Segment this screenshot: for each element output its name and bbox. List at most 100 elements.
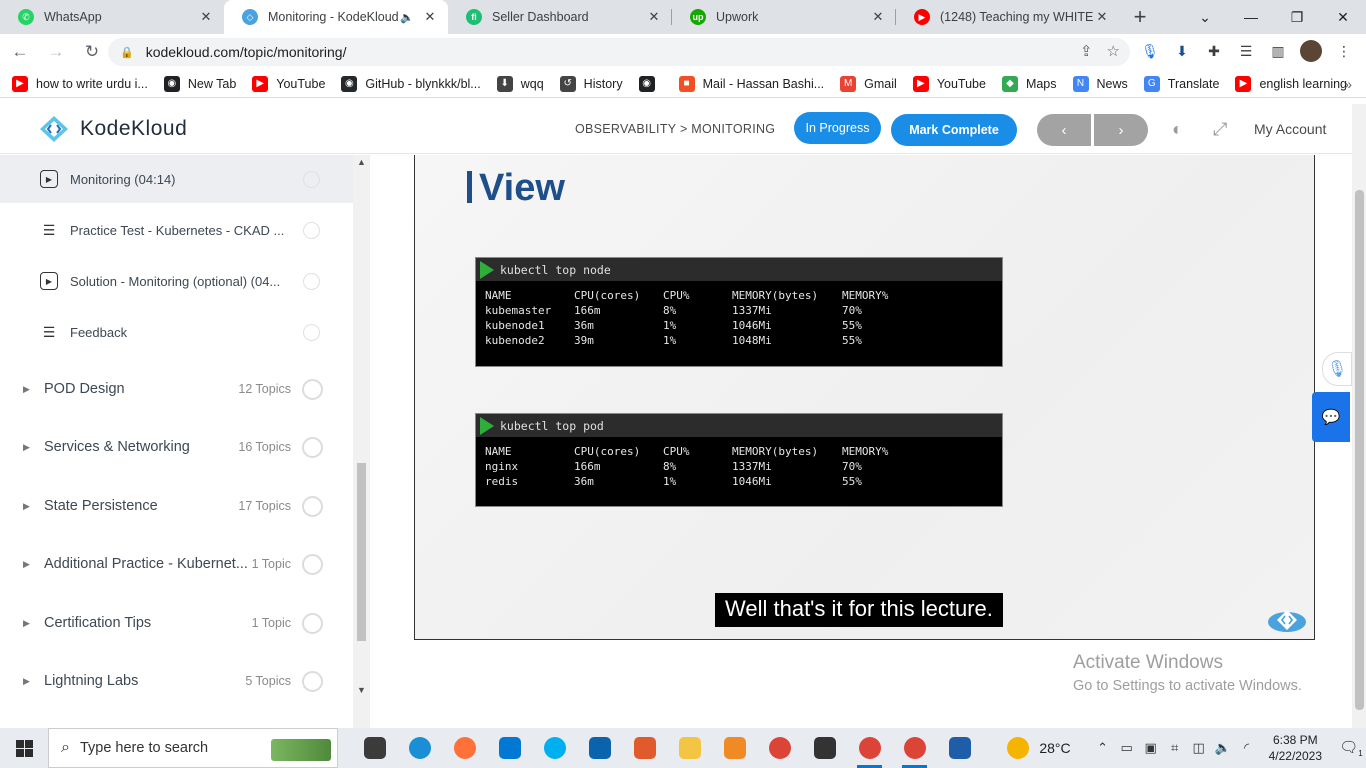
browser-tab[interactable]: fi Seller Dashboard ✕ [448, 0, 672, 34]
chrome-profile-1-taskbar-icon[interactable] [847, 728, 892, 768]
in-progress-button[interactable]: In Progress [794, 112, 881, 144]
camera-taskbar-icon[interactable] [802, 728, 847, 768]
dark-mode-icon[interactable]: ◐ [1172, 119, 1183, 140]
forward-arrow-icon[interactable]: → [40, 36, 72, 68]
bookmark-item[interactable]: N News [1072, 75, 1128, 92]
file-explorer-taskbar-icon[interactable] [667, 728, 712, 768]
my-account-link[interactable]: My Account [1254, 121, 1326, 137]
notification-center-icon[interactable]: 🗨1 [1336, 738, 1366, 758]
lock-icon[interactable]: 🔒 [120, 46, 134, 59]
bookmark-item[interactable]: ▶ YouTube [912, 75, 986, 92]
mic-extension-icon[interactable]: 🎙 [1140, 41, 1160, 61]
lesson-item[interactable]: ☰ Feedback [0, 308, 353, 356]
close-tab-icon[interactable]: ✕ [870, 9, 886, 25]
lesson-item[interactable]: ▶ Monitoring (04:14) [0, 155, 353, 203]
settings-app-taskbar-icon[interactable] [712, 728, 757, 768]
profile-avatar[interactable] [1300, 40, 1322, 62]
bookmark-item[interactable]: ■ Mail - Hassan Bashi... [678, 75, 824, 92]
section-item[interactable]: ▶ POD Design 12 Topics [0, 360, 353, 418]
page-scrollbar[interactable] [1352, 104, 1366, 728]
browser-tab[interactable]: ▶ (1248) Teaching my WHITE fr ✕ [896, 0, 1120, 34]
reload-icon[interactable]: ↻ [76, 36, 108, 68]
close-tab-icon[interactable]: ✕ [646, 9, 662, 25]
meet-now-icon[interactable]: ⌗ [1163, 740, 1187, 756]
section-status-circle[interactable] [302, 612, 323, 634]
fullscreen-icon[interactable]: ⤢ [1213, 119, 1227, 140]
wifi-icon[interactable]: ◜ [1235, 740, 1259, 756]
bookmarks-overflow-icon[interactable]: » [1344, 76, 1352, 92]
previous-lesson-button[interactable]: ‹ [1037, 114, 1091, 146]
section-status-circle[interactable] [302, 495, 323, 517]
skype-taskbar-icon[interactable] [532, 728, 577, 768]
edge-taskbar-icon[interactable] [397, 728, 442, 768]
tab-audio-icon[interactable]: 🔈 [400, 11, 414, 24]
bookmark-item[interactable]: ▶ YouTube [252, 75, 325, 92]
section-item[interactable]: ▶ State Persistence 17 Topics [0, 477, 353, 535]
reading-list-icon[interactable]: ☰ [1236, 41, 1256, 61]
kodekloud-logo[interactable]: KodeKloud [34, 114, 187, 144]
section-item[interactable]: ▶ Certification Tips 1 Topic [0, 594, 353, 652]
bookmark-item[interactable]: ◉ GitHub - blynkkk/bl... [341, 75, 481, 92]
task-view-taskbar-icon[interactable] [352, 728, 397, 768]
voice-mic-icon[interactable]: 🎙 [1322, 352, 1352, 386]
section-status-circle[interactable] [302, 553, 323, 575]
next-lesson-button[interactable]: › [1094, 114, 1148, 146]
lesson-status-circle[interactable] [303, 170, 320, 188]
tab-search-icon[interactable]: ⌄ [1182, 0, 1228, 34]
bookmark-item[interactable]: M Gmail [840, 75, 897, 92]
section-status-circle[interactable] [302, 436, 323, 458]
speaker-icon[interactable]: 🔈 [1211, 740, 1235, 756]
webcam-icon[interactable]: ◫ [1187, 740, 1211, 756]
breadcrumb[interactable]: OBSERVABILITY > MONITORING [575, 122, 775, 136]
close-tab-icon[interactable]: ✕ [1094, 9, 1110, 25]
browser-tab[interactable]: ◇ Monitoring - KodeKloud 🔈 ✕ [224, 0, 448, 34]
chevron-up-icon[interactable]: ⌃ [1091, 740, 1115, 756]
page-scroll-thumb[interactable] [1355, 190, 1364, 710]
bookmark-item[interactable]: ▶ how to write urdu i... [12, 75, 148, 92]
chrome-profile-2-taskbar-icon[interactable] [892, 728, 937, 768]
weather-widget[interactable]: 28°C [1007, 737, 1071, 759]
snail-taskbar-icon[interactable] [622, 728, 667, 768]
scroll-down-arrow-icon[interactable]: ▼ [357, 685, 366, 695]
taskbar-search-input[interactable]: ⌕ Type here to search [48, 728, 338, 768]
share-icon[interactable]: ⇪ [1080, 42, 1093, 60]
photos-taskbar-icon[interactable] [937, 728, 982, 768]
mail-taskbar-icon[interactable] [577, 728, 622, 768]
bookmark-item[interactable]: ▶ english learning [1235, 75, 1347, 92]
bookmark-item[interactable]: ◆ Maps [1001, 75, 1057, 92]
firefox-taskbar-icon[interactable] [442, 728, 487, 768]
mark-complete-button[interactable]: Mark Complete [891, 114, 1017, 146]
browser-tab[interactable]: up Upwork ✕ [672, 0, 896, 34]
bookmark-item[interactable]: ◉ [638, 75, 663, 92]
section-item[interactable]: ▶ Lightning Labs 5 Topics [0, 652, 353, 710]
lesson-status-circle[interactable] [303, 272, 320, 290]
back-arrow-icon[interactable]: ← [4, 36, 36, 68]
sidebar-scrollbar[interactable]: ▲ ▼ [353, 155, 370, 728]
section-item[interactable]: ▶ Additional Practice - Kubernet... 1 Topi… [0, 535, 353, 593]
minimize-button[interactable]: — [1228, 0, 1274, 34]
display-icon[interactable]: ▣ [1139, 740, 1163, 756]
lesson-status-circle[interactable] [303, 221, 320, 239]
lesson-status-circle[interactable] [303, 323, 320, 341]
url-input[interactable]: 🔒 kodekloud.com/topic/monitoring/ ⇪ ☆ [108, 38, 1130, 66]
close-tab-icon[interactable]: ✕ [422, 9, 438, 25]
bookmark-item[interactable]: ⬇ wqq [496, 75, 544, 92]
lesson-item[interactable]: ▶ Solution - Monitoring (optional) (04... [0, 257, 353, 305]
bookmark-item[interactable]: G Translate [1143, 75, 1219, 92]
puzzle-icon[interactable]: ✚ [1204, 41, 1224, 61]
scroll-up-arrow-icon[interactable]: ▲ [357, 157, 366, 167]
video-player[interactable]: View kubectl top node NAME CPU(cores) CPU% M… [414, 155, 1315, 640]
section-status-circle[interactable] [302, 670, 323, 692]
windows-start-button[interactable] [0, 728, 48, 768]
bookmark-item[interactable]: ◉ New Tab [163, 75, 236, 92]
chrome-taskbar-icon[interactable] [757, 728, 802, 768]
store-taskbar-icon[interactable] [487, 728, 532, 768]
download-extension-icon[interactable]: ⬇ [1172, 41, 1192, 61]
new-tab-button[interactable]: + [1120, 0, 1160, 34]
browser-tab[interactable]: ✆ WhatsApp ✕ [0, 0, 224, 34]
restore-button[interactable]: ❐ [1274, 0, 1320, 34]
close-tab-icon[interactable]: ✕ [198, 9, 214, 25]
menu-dots-icon[interactable]: ⋮ [1334, 41, 1354, 61]
close-window-button[interactable]: ✕ [1320, 0, 1366, 34]
battery-icon[interactable]: ▭ [1115, 740, 1139, 756]
